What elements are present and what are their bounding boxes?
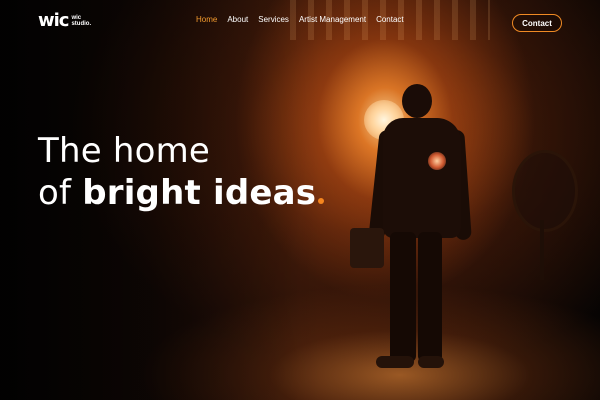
headline-line-1: The home xyxy=(38,131,211,171)
light-stand-pole xyxy=(540,220,544,280)
hero-headline: The home of bright ideas xyxy=(38,130,325,214)
silhouette-leg-right xyxy=(418,232,442,362)
main-nav: Home About Services Artist Management Co… xyxy=(196,15,404,24)
nav-item-contact[interactable]: Contact xyxy=(376,15,404,24)
site-logo[interactable]: wic wic studio. xyxy=(38,12,93,30)
headline-prefix: of xyxy=(38,173,83,213)
headline-bold: bright ideas xyxy=(82,173,317,213)
nav-item-artist-management[interactable]: Artist Management xyxy=(299,15,366,24)
headline-line-2: of bright ideas xyxy=(38,172,325,214)
accent-dot xyxy=(318,198,325,204)
silhouette-torso xyxy=(383,118,461,238)
nav-item-home[interactable]: Home xyxy=(196,15,217,24)
hero-section: wic wic studio. Home About Services Arti… xyxy=(0,0,600,400)
silhouette-shoe-right xyxy=(418,356,444,368)
silhouette-shoe-left xyxy=(376,356,414,368)
studio-light-icon xyxy=(512,150,578,232)
lens-flare xyxy=(428,152,446,170)
nav-item-about[interactable]: About xyxy=(227,15,248,24)
camera-icon xyxy=(350,228,384,268)
nav-item-services[interactable]: Services xyxy=(258,15,289,24)
logo-text: wic studio. xyxy=(71,15,92,27)
logo-mark: wic xyxy=(38,10,69,31)
contact-button[interactable]: Contact xyxy=(512,14,562,32)
silhouette-head xyxy=(402,84,432,118)
silhouette-leg-left xyxy=(390,232,416,362)
